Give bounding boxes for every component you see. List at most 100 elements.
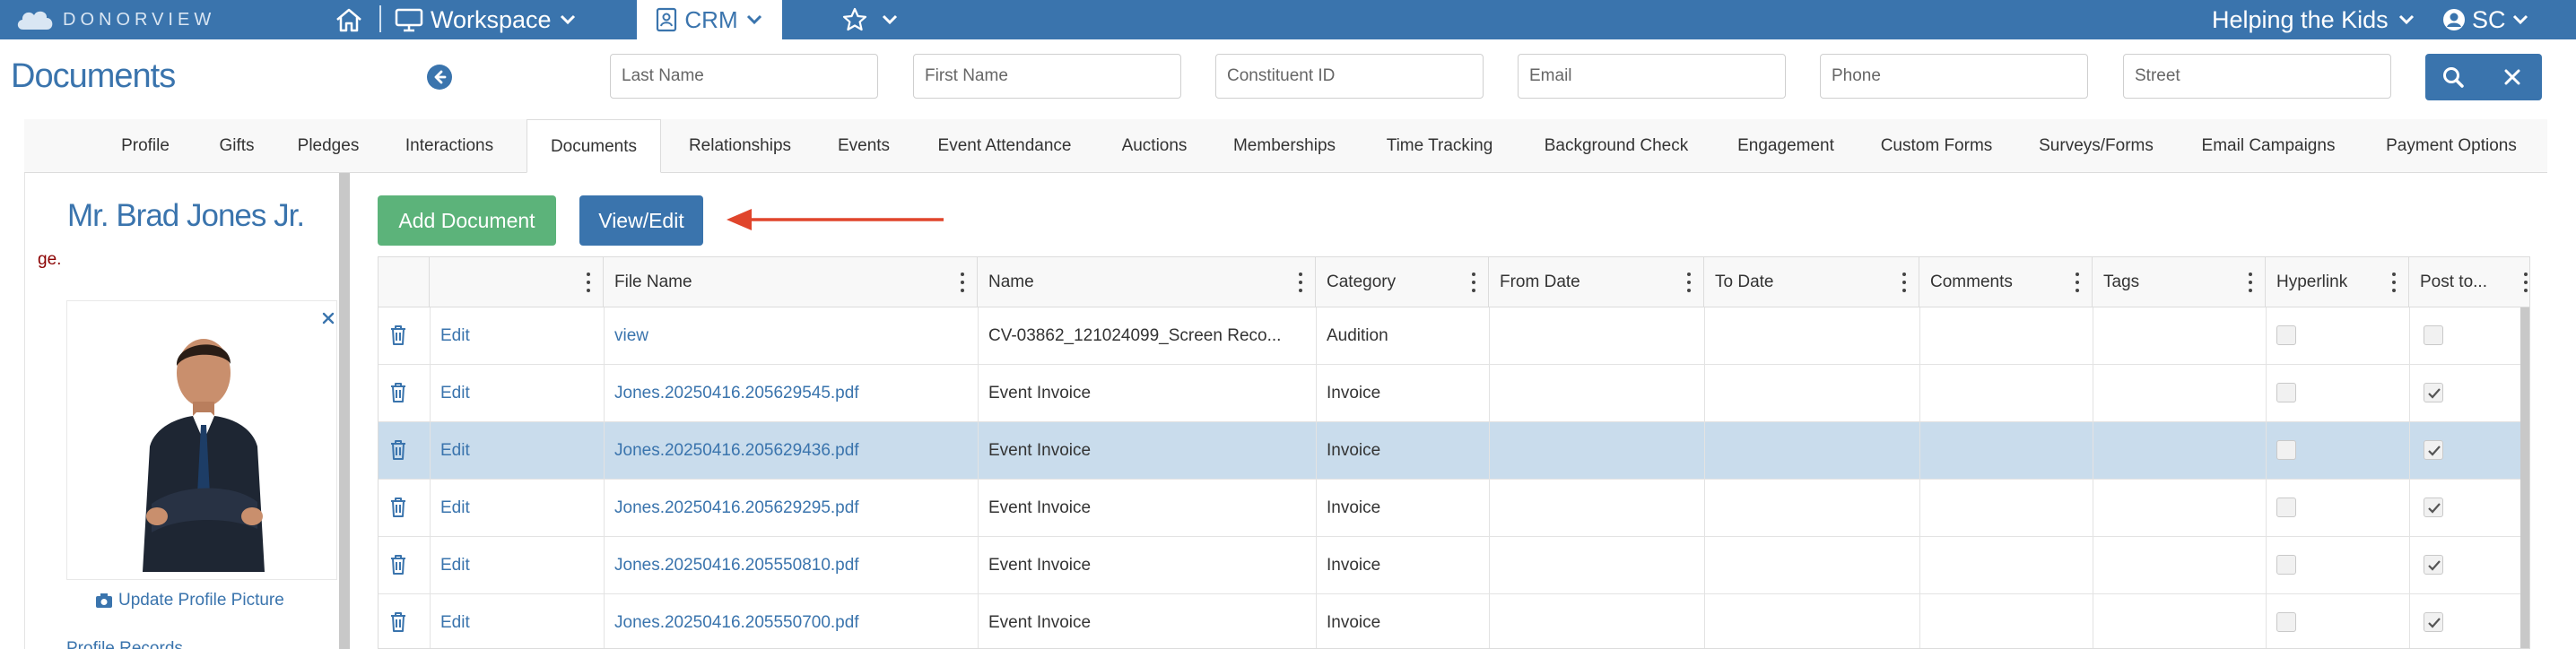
trash-icon[interactable] bbox=[389, 439, 407, 465]
header-cell-file-name[interactable]: File Name bbox=[604, 257, 978, 307]
search-button[interactable] bbox=[2441, 65, 2465, 93]
edit-link[interactable]: Edit bbox=[430, 537, 604, 594]
hyperlink-checkbox[interactable] bbox=[2276, 325, 2296, 345]
kebab-menu-icon[interactable] bbox=[1687, 273, 1691, 292]
post-to-checkbox[interactable] bbox=[2424, 498, 2443, 517]
trash-icon[interactable] bbox=[389, 554, 407, 580]
table-row[interactable]: Edit Jones.20250416.205629545.pdf Event In… bbox=[379, 365, 2520, 422]
tab-payment-options[interactable]: Payment Options bbox=[2360, 119, 2543, 173]
kebab-menu-icon[interactable] bbox=[1299, 273, 1302, 292]
edit-link[interactable]: Edit bbox=[430, 594, 604, 648]
tab-time-tracking[interactable]: Time Tracking bbox=[1361, 119, 1519, 173]
panel-scrollbar[interactable] bbox=[339, 173, 350, 649]
document-name-cell: Event Invoice bbox=[988, 384, 1092, 402]
header-cell-to-date[interactable]: To Date bbox=[1704, 257, 1919, 307]
clear-search-button[interactable] bbox=[2502, 67, 2522, 91]
document-name-cell: CV-03862_121024099_Screen Reco... bbox=[988, 326, 1282, 345]
last-name-field[interactable] bbox=[610, 54, 878, 99]
tab-pledges[interactable]: Pledges bbox=[279, 119, 378, 173]
street-field[interactable] bbox=[2123, 54, 2391, 99]
update-profile-picture-link[interactable]: Update Profile Picture bbox=[95, 591, 284, 610]
constituent-id-field[interactable] bbox=[1215, 54, 1484, 99]
table-row[interactable]: Edit view CV-03862_121024099_Screen Reco..… bbox=[379, 307, 2520, 365]
profile-records-link[interactable]: Profile Records bbox=[66, 639, 183, 649]
tab-event-attendance[interactable]: Event Attendance bbox=[909, 119, 1101, 173]
tab-surveys-forms[interactable]: Surveys/Forms bbox=[2015, 119, 2177, 173]
back-button[interactable] bbox=[427, 65, 452, 90]
header-cell-category[interactable]: Category bbox=[1316, 257, 1489, 307]
tab-custom-forms[interactable]: Custom Forms bbox=[1858, 119, 2015, 173]
file-name-link[interactable]: Jones.20250416.205629436.pdf bbox=[604, 422, 978, 480]
tab-documents[interactable]: Documents bbox=[527, 119, 661, 173]
hyperlink-checkbox[interactable] bbox=[2276, 612, 2296, 632]
tab-engagement[interactable]: Engagement bbox=[1714, 119, 1858, 173]
edit-link[interactable]: Edit bbox=[430, 307, 604, 365]
hyperlink-checkbox[interactable] bbox=[2276, 383, 2296, 402]
hyperlink-checkbox[interactable] bbox=[2276, 555, 2296, 575]
post-to-checkbox[interactable] bbox=[2424, 325, 2443, 345]
hyperlink-checkbox[interactable] bbox=[2276, 498, 2296, 517]
file-name-link[interactable]: Jones.20250416.205550700.pdf bbox=[604, 594, 978, 648]
edit-link[interactable]: Edit bbox=[430, 480, 604, 537]
monitor-icon bbox=[395, 8, 423, 32]
tab-interactions[interactable]: Interactions bbox=[378, 119, 521, 173]
kebab-menu-icon[interactable] bbox=[2076, 273, 2079, 292]
user-menu[interactable]: SC bbox=[2441, 0, 2529, 39]
header-cell-post-to[interactable]: Post to... bbox=[2409, 257, 2529, 307]
header-cell-hyperlink[interactable]: Hyperlink bbox=[2266, 257, 2409, 307]
table-row[interactable]: Edit Jones.20250416.205629436.pdf Event In… bbox=[379, 422, 2520, 480]
trash-icon[interactable] bbox=[389, 611, 407, 637]
trash-icon[interactable] bbox=[389, 497, 407, 523]
phone-field[interactable] bbox=[1820, 54, 2088, 99]
tab-background-check[interactable]: Background Check bbox=[1519, 119, 1714, 173]
tab-gifts[interactable]: Gifts bbox=[195, 119, 279, 173]
file-name-link[interactable]: view bbox=[604, 307, 978, 365]
file-name-link[interactable]: Jones.20250416.205550810.pdf bbox=[604, 537, 978, 594]
edit-link[interactable]: Edit bbox=[430, 365, 604, 422]
trash-icon[interactable] bbox=[389, 324, 407, 350]
favorites-menu[interactable] bbox=[841, 0, 899, 39]
add-document-button[interactable]: Add Document bbox=[378, 195, 556, 246]
kebab-menu-icon[interactable] bbox=[587, 273, 590, 292]
table-row[interactable]: Edit Jones.20250416.205550810.pdf Event In… bbox=[379, 537, 2520, 594]
file-name-link[interactable]: Jones.20250416.205629295.pdf bbox=[604, 480, 978, 537]
kebab-menu-icon[interactable] bbox=[1902, 273, 1906, 292]
table-row[interactable]: Edit Jones.20250416.205550700.pdf Event In… bbox=[379, 594, 2520, 648]
header-cell-comments[interactable]: Comments bbox=[1919, 257, 2093, 307]
kebab-menu-icon[interactable] bbox=[2524, 273, 2528, 292]
header-cell-actions[interactable] bbox=[430, 257, 604, 307]
email-field[interactable] bbox=[1518, 54, 1786, 99]
tab-events[interactable]: Events bbox=[819, 119, 909, 173]
edit-link[interactable]: Edit bbox=[430, 422, 604, 480]
hyperlink-checkbox[interactable] bbox=[2276, 440, 2296, 460]
trash-icon[interactable] bbox=[389, 382, 407, 408]
organization-menu[interactable]: Helping the Kids bbox=[2212, 0, 2415, 39]
tab-auctions[interactable]: Auctions bbox=[1101, 119, 1208, 173]
post-to-checkbox[interactable] bbox=[2424, 440, 2443, 460]
crm-menu[interactable]: CRM bbox=[637, 0, 782, 39]
kebab-menu-icon[interactable] bbox=[2249, 273, 2252, 292]
tab-memberships[interactable]: Memberships bbox=[1208, 119, 1361, 173]
tab-relationships[interactable]: Relationships bbox=[661, 119, 819, 173]
table-row[interactable]: Edit Jones.20250416.205629295.pdf Event In… bbox=[379, 480, 2520, 537]
kebab-menu-icon[interactable] bbox=[2392, 273, 2396, 292]
view-edit-button[interactable]: View/Edit bbox=[579, 195, 703, 246]
donorview-logo[interactable]: DONORVIEW bbox=[14, 3, 215, 37]
file-name-link[interactable]: Jones.20250416.205629545.pdf bbox=[604, 365, 978, 422]
post-to-checkbox[interactable] bbox=[2424, 555, 2443, 575]
tab-email-campaigns[interactable]: Email Campaigns bbox=[2177, 119, 2360, 173]
remove-photo-button[interactable] bbox=[322, 307, 335, 330]
header-cell-tags[interactable]: Tags bbox=[2093, 257, 2266, 307]
grid-scrollbar[interactable] bbox=[2520, 307, 2529, 648]
workspace-menu[interactable]: Workspace bbox=[395, 0, 577, 39]
kebab-menu-icon[interactable] bbox=[961, 273, 964, 292]
tab-profile[interactable]: Profile bbox=[96, 119, 195, 173]
post-to-checkbox[interactable] bbox=[2424, 612, 2443, 632]
header-cell-from-date[interactable]: From Date bbox=[1489, 257, 1704, 307]
logo-text: DONORVIEW bbox=[63, 9, 216, 30]
kebab-menu-icon[interactable] bbox=[1472, 273, 1475, 292]
header-cell-name[interactable]: Name bbox=[978, 257, 1316, 307]
post-to-checkbox[interactable] bbox=[2424, 383, 2443, 402]
first-name-field[interactable] bbox=[913, 54, 1181, 99]
home-button[interactable] bbox=[334, 2, 364, 38]
